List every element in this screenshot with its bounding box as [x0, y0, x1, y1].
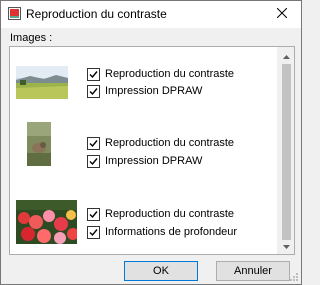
- close-button[interactable]: [263, 1, 301, 28]
- window-title: Reproduction du contraste: [26, 7, 167, 21]
- ok-button[interactable]: OK: [124, 261, 198, 281]
- checkbox-label: Reproduction du contraste: [105, 208, 235, 220]
- checkbox-label: Impression DPRAW: [105, 85, 203, 97]
- list-item: Reproduction du contraste: [87, 206, 234, 222]
- bird-photo-image: [27, 122, 51, 166]
- list-item: Reproduction du contraste: [87, 135, 234, 151]
- close-icon: [276, 7, 288, 21]
- list-item: Impression DPRAW: [87, 83, 202, 99]
- scrollbar-thumb[interactable]: [282, 64, 291, 240]
- title-bar: Reproduction du contraste: [1, 1, 301, 28]
- checkbox[interactable]: [87, 136, 100, 150]
- landscape-field-image: [16, 66, 68, 99]
- checkbox[interactable]: [87, 154, 100, 168]
- checkbox[interactable]: [87, 207, 100, 221]
- resize-grip-icon[interactable]: [289, 272, 299, 282]
- checkbox[interactable]: [87, 67, 100, 81]
- images-label: Images :: [10, 32, 53, 44]
- list-item: Reproduction du contraste: [87, 66, 234, 82]
- list-item: Informations de profondeur: [87, 224, 237, 240]
- checkbox-label: Informations de profondeur: [105, 226, 238, 238]
- checkbox-label: Impression DPRAW: [105, 155, 203, 167]
- list-item: Impression DPRAW: [87, 153, 202, 169]
- vertical-scrollbar[interactable]: [277, 47, 294, 254]
- checkbox[interactable]: [87, 225, 100, 239]
- checkbox-label: Reproduction du contraste: [105, 137, 235, 149]
- checkbox-label: Reproduction du contraste: [105, 68, 235, 80]
- checkbox[interactable]: [87, 84, 100, 98]
- flowers-photo-image: [16, 200, 77, 244]
- app-icon: [8, 7, 21, 20]
- cancel-button[interactable]: Annuler: [216, 261, 290, 281]
- chevron-up-icon: [283, 50, 290, 62]
- scroll-down-button[interactable]: [278, 237, 295, 254]
- chevron-down-icon: [283, 240, 290, 252]
- scroll-up-button[interactable]: [278, 47, 295, 64]
- dialog-window: Reproduction du contraste Images : Repro…: [0, 0, 302, 285]
- images-list[interactable]: Reproduction du contraste Impression DPR…: [9, 46, 295, 255]
